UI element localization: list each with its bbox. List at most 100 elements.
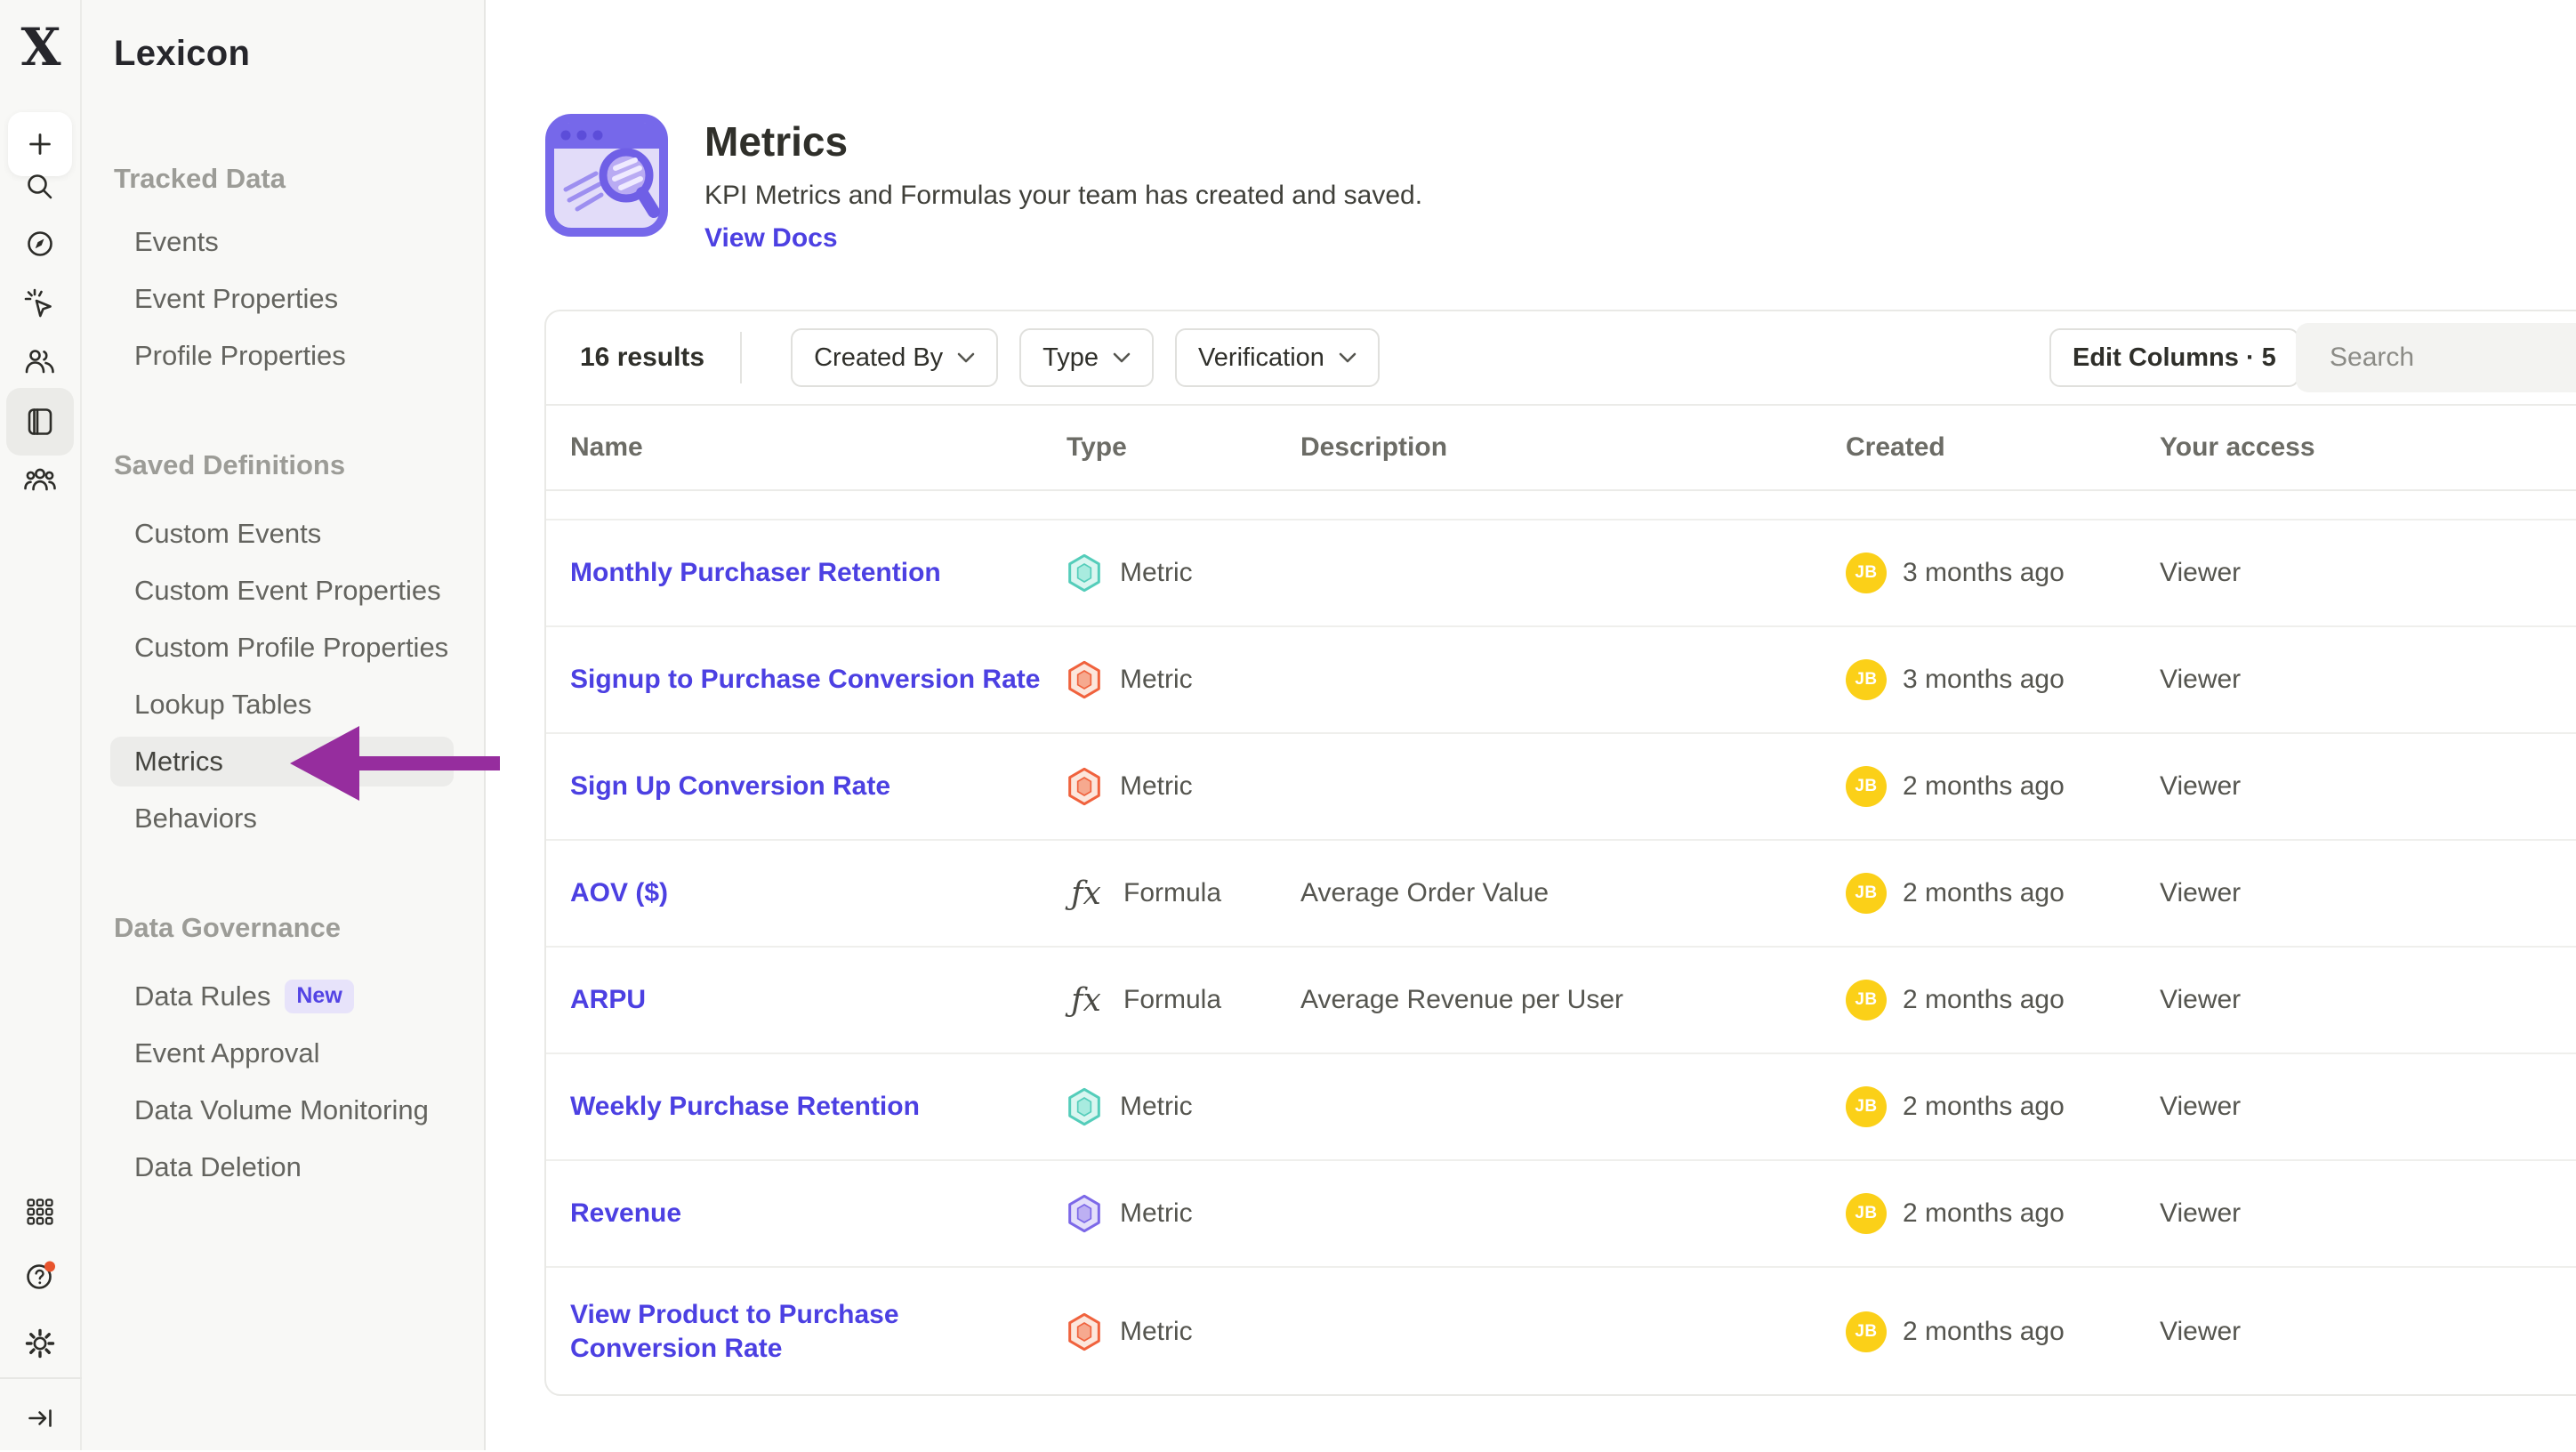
table-row[interactable]: ARPU ƒx Formula Average Revenue per User… (546, 948, 2576, 1054)
rail-cohorts-button[interactable] (6, 447, 74, 514)
type-label: Formula (1123, 985, 1221, 1015)
rail-lexicon-button[interactable] (6, 388, 74, 456)
rail-divider (0, 1377, 82, 1379)
users-icon (23, 344, 57, 378)
column-header-access[interactable]: Your access (2160, 432, 2576, 463)
avatar: JB (1846, 553, 1887, 593)
access-cell: Viewer (2160, 558, 2576, 588)
view-docs-link[interactable]: View Docs (704, 222, 838, 255)
column-header-created[interactable]: Created (1846, 432, 2160, 463)
sidebar-item-event-properties[interactable]: Event Properties (82, 270, 484, 327)
sidebar-item-behaviors[interactable]: Behaviors (82, 790, 484, 847)
help-icon (23, 1259, 57, 1293)
metric-hexagon-orange-icon (1067, 767, 1102, 806)
metric-name-link[interactable]: Monthly Purchaser Retention (570, 556, 941, 590)
page-subtitle: KPI Metrics and Formulas your team has c… (704, 179, 1422, 213)
table-row[interactable]: View Product to Purchase Conversion Rate… (546, 1268, 2576, 1396)
rail-apps-button[interactable] (6, 1178, 74, 1246)
metric-hexagon-teal-icon (1067, 1087, 1102, 1126)
avatar: JB (1846, 1193, 1887, 1234)
column-header-type[interactable]: Type (1067, 432, 1300, 463)
search-input[interactable] (2330, 323, 2576, 392)
type-label: Formula (1123, 878, 1221, 908)
rail-boards-button[interactable] (6, 210, 74, 278)
table-row[interactable]: Signup to Purchase Conversion Rate Metri… (546, 627, 2576, 734)
table-row-partial (546, 491, 2576, 520)
created-label: 2 months ago (1903, 878, 2065, 908)
sidebar-item-profile-properties[interactable]: Profile Properties (82, 327, 484, 384)
sidebar-item-data-volume-monitoring[interactable]: Data Volume Monitoring (82, 1082, 484, 1139)
type-label: Metric (1120, 1198, 1193, 1229)
type-label: Metric (1120, 1092, 1193, 1122)
avatar: JB (1846, 1311, 1887, 1352)
filter-created-by[interactable]: Created By (791, 328, 998, 387)
gear-icon (23, 1327, 57, 1360)
sidebar-item-data-rules[interactable]: Data RulesNew (82, 968, 484, 1025)
sidebar-item-custom-event-properties[interactable]: Custom Event Properties (82, 562, 484, 619)
metric-name-link[interactable]: ARPU (570, 983, 646, 1017)
table-row[interactable]: Monthly Purchaser Retention Metric JB 3 … (546, 520, 2576, 627)
rail-settings-button[interactable] (6, 1310, 74, 1377)
search-box[interactable] (2296, 323, 2576, 392)
metric-name-link[interactable]: Weekly Purchase Retention (570, 1090, 920, 1124)
type-label: Metric (1120, 1317, 1193, 1347)
access-cell: Viewer (2160, 1092, 2576, 1122)
sidebar-item-custom-events[interactable]: Custom Events (82, 505, 484, 562)
rail-users-button[interactable] (6, 327, 74, 395)
sidebar-item-data-deletion[interactable]: Data Deletion (82, 1139, 484, 1196)
new-badge: New (285, 980, 353, 1013)
created-label: 2 months ago (1903, 1198, 2065, 1229)
avatar: JB (1846, 659, 1887, 700)
metric-hexagon-teal-icon (1067, 553, 1102, 593)
type-label: Metric (1120, 558, 1193, 588)
metrics-app-icon (544, 113, 669, 238)
metrics-table-card: 16 results Created By Type Verification … (544, 310, 2576, 1396)
sidebar-item-lookup-tables[interactable]: Lookup Tables (82, 676, 484, 733)
filter-type[interactable]: Type (1019, 328, 1154, 387)
sidebar-item-custom-profile-properties[interactable]: Custom Profile Properties (82, 619, 484, 676)
column-header-description[interactable]: Description (1300, 432, 1846, 463)
column-header-name[interactable]: Name (570, 432, 1067, 463)
chevron-down-icon (957, 352, 975, 363)
table-row[interactable]: Revenue Metric JB 2 months ago Viewer (546, 1161, 2576, 1268)
rail-help-button[interactable] (6, 1242, 74, 1310)
table-row[interactable]: Weekly Purchase Retention Metric JB 2 mo… (546, 1054, 2576, 1161)
sidebar-title: Lexicon (114, 32, 484, 75)
toolbar-divider (740, 332, 742, 383)
metric-hexagon-orange-icon (1067, 660, 1102, 699)
avatar: JB (1846, 873, 1887, 914)
avatar: JB (1846, 766, 1887, 807)
access-cell: Viewer (2160, 985, 2576, 1015)
metric-name-link[interactable]: View Product to Purchase Conversion Rate (570, 1298, 1042, 1366)
metric-hexagon-orange-icon (1067, 1312, 1102, 1351)
expand-panel-button[interactable] (6, 1384, 74, 1452)
description-cell: Average Revenue per User (1300, 985, 1846, 1015)
results-count: 16 results (580, 343, 704, 373)
sidebar-item-events[interactable]: Events (82, 214, 484, 270)
metric-name-link[interactable]: AOV ($) (570, 876, 668, 910)
type-label: Metric (1120, 665, 1193, 695)
edit-columns-button[interactable]: Edit Columns · 5 (2049, 328, 2299, 387)
page-title: Metrics (704, 117, 1422, 166)
access-cell: Viewer (2160, 771, 2576, 802)
mixpanel-logo-icon[interactable]: X (0, 16, 82, 78)
section-tracked-data: Tracked Data (114, 162, 484, 196)
access-cell: Viewer (2160, 1198, 2576, 1229)
table-toolbar: 16 results Created By Type Verification … (546, 311, 2576, 406)
table-row[interactable]: Sign Up Conversion Rate Metric JB 2 mont… (546, 734, 2576, 841)
collapse-panel-icon (23, 1401, 57, 1435)
chevron-down-icon (1113, 352, 1131, 363)
formula-fx-icon: ƒx (1067, 875, 1106, 912)
filter-verification[interactable]: Verification (1175, 328, 1380, 387)
cursor-spark-icon (23, 287, 57, 321)
search-icon (23, 170, 57, 204)
sidebar-item-event-approval[interactable]: Event Approval (82, 1025, 484, 1082)
metric-hexagon-violet-icon (1067, 1194, 1102, 1233)
metric-name-link[interactable]: Revenue (570, 1197, 681, 1230)
metric-name-link[interactable]: Signup to Purchase Conversion Rate (570, 663, 1040, 697)
access-cell: Viewer (2160, 1317, 2576, 1347)
table-row[interactable]: AOV ($) ƒx Formula Average Order Value J… (546, 841, 2576, 948)
section-data-governance: Data Governance (114, 911, 484, 945)
sidebar-item-metrics[interactable]: Metrics (82, 733, 484, 790)
metric-name-link[interactable]: Sign Up Conversion Rate (570, 770, 890, 803)
